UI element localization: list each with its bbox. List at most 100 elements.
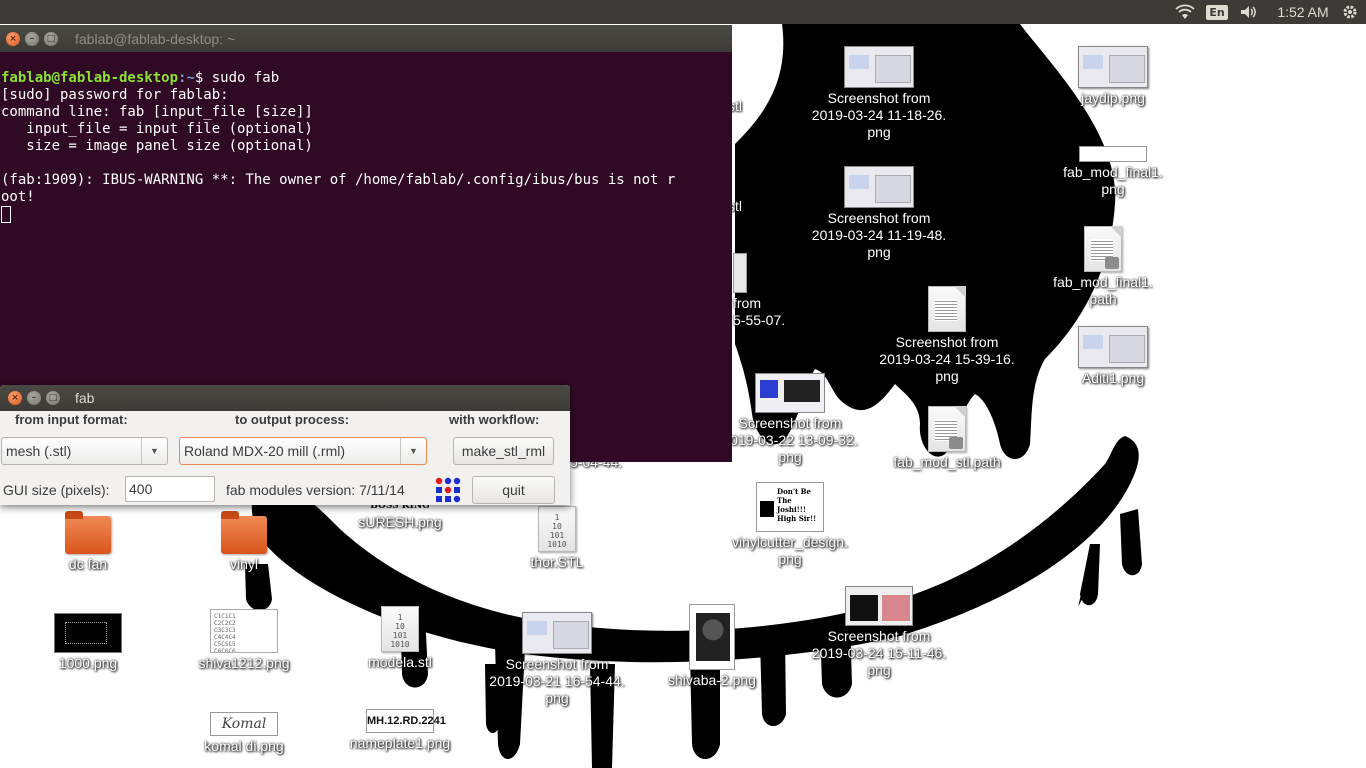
desktop-icon-label: stl xyxy=(728,98,742,114)
input-format-select[interactable]: mesh (.stl) ▼ xyxy=(1,437,168,465)
desktop-icon-label: Screenshot from 2019-03-24 15-11-46. png xyxy=(811,628,947,678)
minimize-icon[interactable]: – xyxy=(25,31,39,46)
prompt-path: :~ xyxy=(178,70,195,86)
desktop-icon-label: fab_mod_final1. png xyxy=(1063,164,1163,197)
desktop-icon-shivaba-2[interactable]: shivaba-2.png xyxy=(642,604,782,689)
output-process-select[interactable]: Roland MDX-20 mill (.rml) ▼ xyxy=(179,437,427,465)
image-thumbnail xyxy=(844,46,914,88)
input-format-value: mesh (.stl) xyxy=(6,443,72,459)
image-thumbnail xyxy=(54,613,122,653)
prompt-command: $ sudo fab xyxy=(194,70,280,86)
desktop-icon-label: shivaba-2.png xyxy=(668,672,756,688)
workflow-button[interactable]: make_stl_rml xyxy=(453,437,554,465)
desktop-icon-label: thor.STL xyxy=(530,554,584,570)
image-thumbnail: Don't Be The Joshi!!! High Sir!! xyxy=(756,482,824,532)
desktop-icon-label: shiva1212.png xyxy=(198,655,290,671)
desktop-icon-shiva1212[interactable]: C1C1C1 C2C2C2 C3C3C3 C4C4C4 C5C5C5 C6C6C… xyxy=(174,609,314,672)
desktop-icon-label: from xyxy=(733,295,761,311)
desktop-icon-screenshot-13-09-32[interactable]: Screenshot from 2019-03-22 13-09-32. png xyxy=(720,373,860,466)
maximize-icon[interactable]: □ xyxy=(46,391,60,405)
desktop-icon-label: nameplate1.png xyxy=(349,735,451,751)
desktop-icon-label: Screenshot from 2019-03-24 11-18-26. png xyxy=(811,90,947,140)
desktop-icon-partial-stl-a[interactable]: stl xyxy=(728,96,758,115)
language-label: En xyxy=(1206,4,1228,20)
locked-file-icon xyxy=(1084,226,1122,272)
file-icon: 1 10 101 1010 xyxy=(538,506,576,552)
terminal-line: size = image panel size (optional) xyxy=(1,138,313,154)
image-thumbnail: Komal xyxy=(210,712,278,736)
image-thumbnail xyxy=(689,604,735,670)
image-thumbnail: C1C1C1 C2C2C2 C3C3C3 C4C4C4 C5C5C5 C6C6C… xyxy=(210,609,278,653)
terminal-cursor-line xyxy=(1,206,731,223)
desktop-icon-partial-stl-b[interactable]: stl xyxy=(728,196,758,215)
chevron-down-icon[interactable]: ▼ xyxy=(141,438,167,464)
desktop-icon-partial-screenshot[interactable]: from 5-55-07. xyxy=(733,253,793,329)
desktop-icon-label: Screenshot from 2019-03-21 16-54-44. png xyxy=(489,656,625,706)
fab-window[interactable]: × – □ fab from input format: to output p… xyxy=(0,385,570,505)
wifi-icon[interactable] xyxy=(1172,0,1198,24)
desktop-icon-fab-mod-stl-path[interactable]: fab_mod_stl.path xyxy=(877,406,1017,471)
desktop-icon-1000[interactable]: 1000.png xyxy=(18,613,158,672)
terminal-line: (fab:1909): IBUS-WARNING **: The owner o… xyxy=(1,172,676,188)
folder-icon xyxy=(221,511,267,554)
desktop-icon-thor-stl[interactable]: 1 10 101 1010 thor.STL xyxy=(487,506,627,571)
file-icon xyxy=(928,286,966,332)
desktop-icon-label: dc fan xyxy=(68,556,108,572)
desktop-icon-vinylcutter-design[interactable]: Don't Be The Joshi!!! High Sir!! vinylcu… xyxy=(720,482,860,568)
desktop-icon-label: vinyl xyxy=(229,556,258,572)
keyboard-language-indicator[interactable]: En xyxy=(1206,0,1228,24)
maximize-icon[interactable]: □ xyxy=(44,31,58,46)
desktop-icon-label: Screenshot from 2019-03-24 15-39-16. png xyxy=(879,334,1015,384)
desktop-icon-label: Aditi1.png xyxy=(1081,370,1145,386)
workflow-header: with workflow: xyxy=(449,412,540,427)
image-thumbnail xyxy=(844,166,914,208)
file-icon: 1 10 101 1010 xyxy=(381,606,419,652)
image-thumbnail xyxy=(522,612,592,654)
image-thumbnail xyxy=(1078,46,1148,88)
desktop-icon-vinyl[interactable]: vinyl xyxy=(174,511,314,573)
desktop-icon-fab-mod-final1-path[interactable]: fab_mod_final1. path xyxy=(1033,226,1173,308)
desktop-icon-label: sURESH.png xyxy=(358,514,442,530)
terminal-title: fablab@fablab-desktop: ~ xyxy=(75,30,236,47)
close-icon[interactable]: × xyxy=(8,391,22,405)
terminal-titlebar[interactable]: × – □ fablab@fablab-desktop: ~ xyxy=(0,25,732,52)
desktop-icon-modela-stl[interactable]: 1 10 101 1010 modela.stl xyxy=(330,606,470,671)
desktop-icon-label: fab_mod_stl.path xyxy=(893,454,1001,470)
desktop-icon-label: komal di.png xyxy=(204,738,284,754)
clock[interactable]: 1:52 AM xyxy=(1270,0,1336,24)
desktop-icon-dc-fan[interactable]: dc fan xyxy=(18,511,158,573)
desktop-icon-label: Screenshot from 2019-03-24 11-19-48. png xyxy=(811,210,947,260)
volume-icon[interactable] xyxy=(1236,0,1262,24)
chevron-down-icon[interactable]: ▼ xyxy=(400,438,426,464)
minimize-icon[interactable]: – xyxy=(27,391,41,405)
desktop-icon-label: Screenshot from 2019-03-22 13-09-32. png xyxy=(722,415,858,465)
output-process-value: Roland MDX-20 mill (.rml) xyxy=(184,443,346,459)
desktop-icon-screenshot-11-19-48[interactable]: Screenshot from 2019-03-24 11-19-48. png xyxy=(809,166,949,261)
desktop-icon-komal-di[interactable]: Komal komal di.png xyxy=(174,712,314,755)
image-thumbnail xyxy=(733,253,747,293)
image-thumbnail xyxy=(1079,146,1147,162)
desktop-icon-screenshot-11-18-26[interactable]: Screenshot from 2019-03-24 11-18-26. png xyxy=(809,46,949,141)
close-icon[interactable]: × xyxy=(6,31,20,46)
desktop-icon-screenshot-15-11-46[interactable]: Screenshot from 2019-03-24 15-11-46. png xyxy=(809,586,949,679)
desktop-icon-fab-mod-final1-png[interactable]: fab_mod_final1. png xyxy=(1043,146,1183,198)
desktop-icon-screenshot-16-54-44[interactable]: Screenshot from 2019-03-21 16-54-44. png xyxy=(487,612,627,707)
version-label: fab modules version: 7/11/14 xyxy=(226,482,405,498)
prompt-user: fablab@fablab-desktop xyxy=(1,70,179,86)
quit-button[interactable]: quit xyxy=(472,476,555,504)
fab-titlebar[interactable]: × – □ fab xyxy=(0,385,570,411)
gui-size-input[interactable]: 400 xyxy=(125,476,215,502)
terminal-line: oot! xyxy=(1,189,35,205)
desktop-icon-jaydip[interactable]: jaydip.png xyxy=(1043,46,1183,107)
desktop-icon-label: jaydip.png xyxy=(1081,90,1145,106)
gui-size-label: GUI size (pixels): xyxy=(3,482,110,498)
text-cursor xyxy=(1,206,11,223)
desktop-icon-screenshot-15-39-16[interactable]: Screenshot from 2019-03-24 15-39-16. png xyxy=(877,286,1017,385)
desktop-icon-nameplate1[interactable]: MH.12.RD.2241 nameplate1.png xyxy=(330,709,470,752)
terminal-output[interactable]: fablab@fablab-desktop:~$ sudo fab [sudo] … xyxy=(0,52,732,258)
desktop-icon-aditi1[interactable]: Aditi1.png xyxy=(1043,326,1183,387)
locked-file-icon xyxy=(928,406,966,452)
desktop-icon-label: stl xyxy=(728,198,742,214)
gear-icon[interactable] xyxy=(1338,0,1362,24)
